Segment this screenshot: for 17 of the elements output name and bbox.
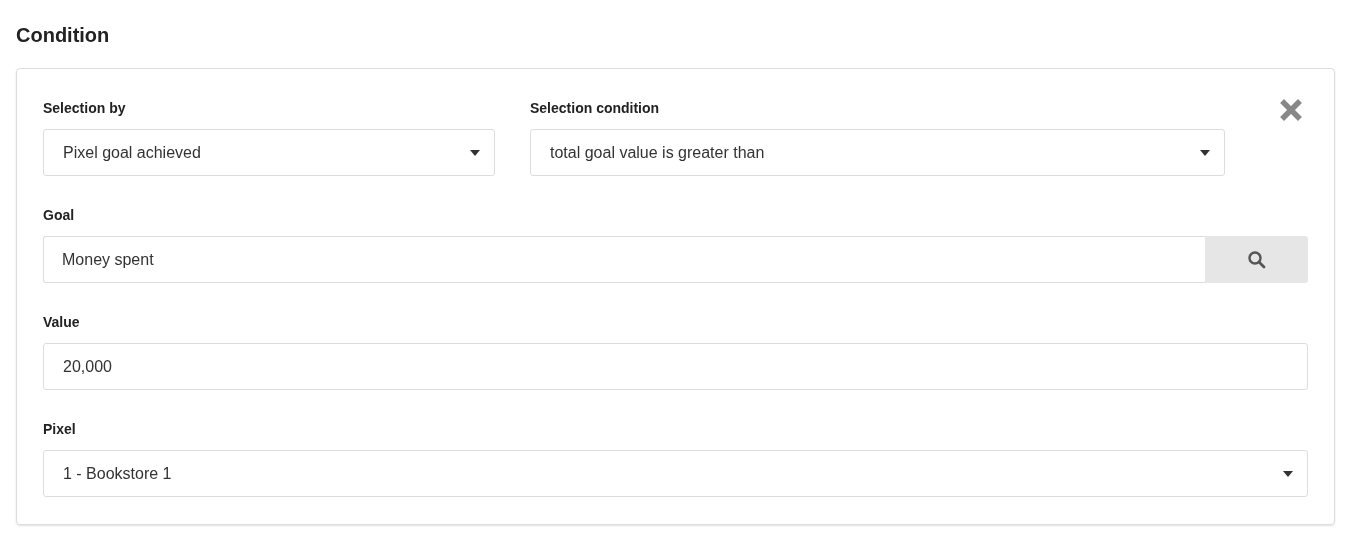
caret-icon (1283, 470, 1293, 477)
field-label: Pixel (43, 420, 76, 438)
input-field[interactable]: Money spent (43, 236, 1205, 283)
field-label: Goal (43, 206, 75, 224)
caret-icon (470, 149, 480, 156)
input-field[interactable]: 20,000 (43, 343, 1308, 390)
field-label: Value (43, 313, 80, 331)
field-label: Selection by (43, 99, 126, 117)
select-field[interactable]: total goal value is greater than (530, 129, 1225, 176)
select-field[interactable]: Pixel goal achieved (43, 129, 495, 176)
select-field[interactable]: 1 - Bookstore 1 (43, 450, 1308, 497)
search-icon (1247, 250, 1266, 269)
caret-icon (1200, 149, 1210, 156)
search-button[interactable] (1205, 236, 1308, 283)
field-label: Selection condition (530, 99, 660, 117)
section-title: Condition (16, 23, 110, 48)
close-button[interactable] (1280, 99, 1302, 121)
